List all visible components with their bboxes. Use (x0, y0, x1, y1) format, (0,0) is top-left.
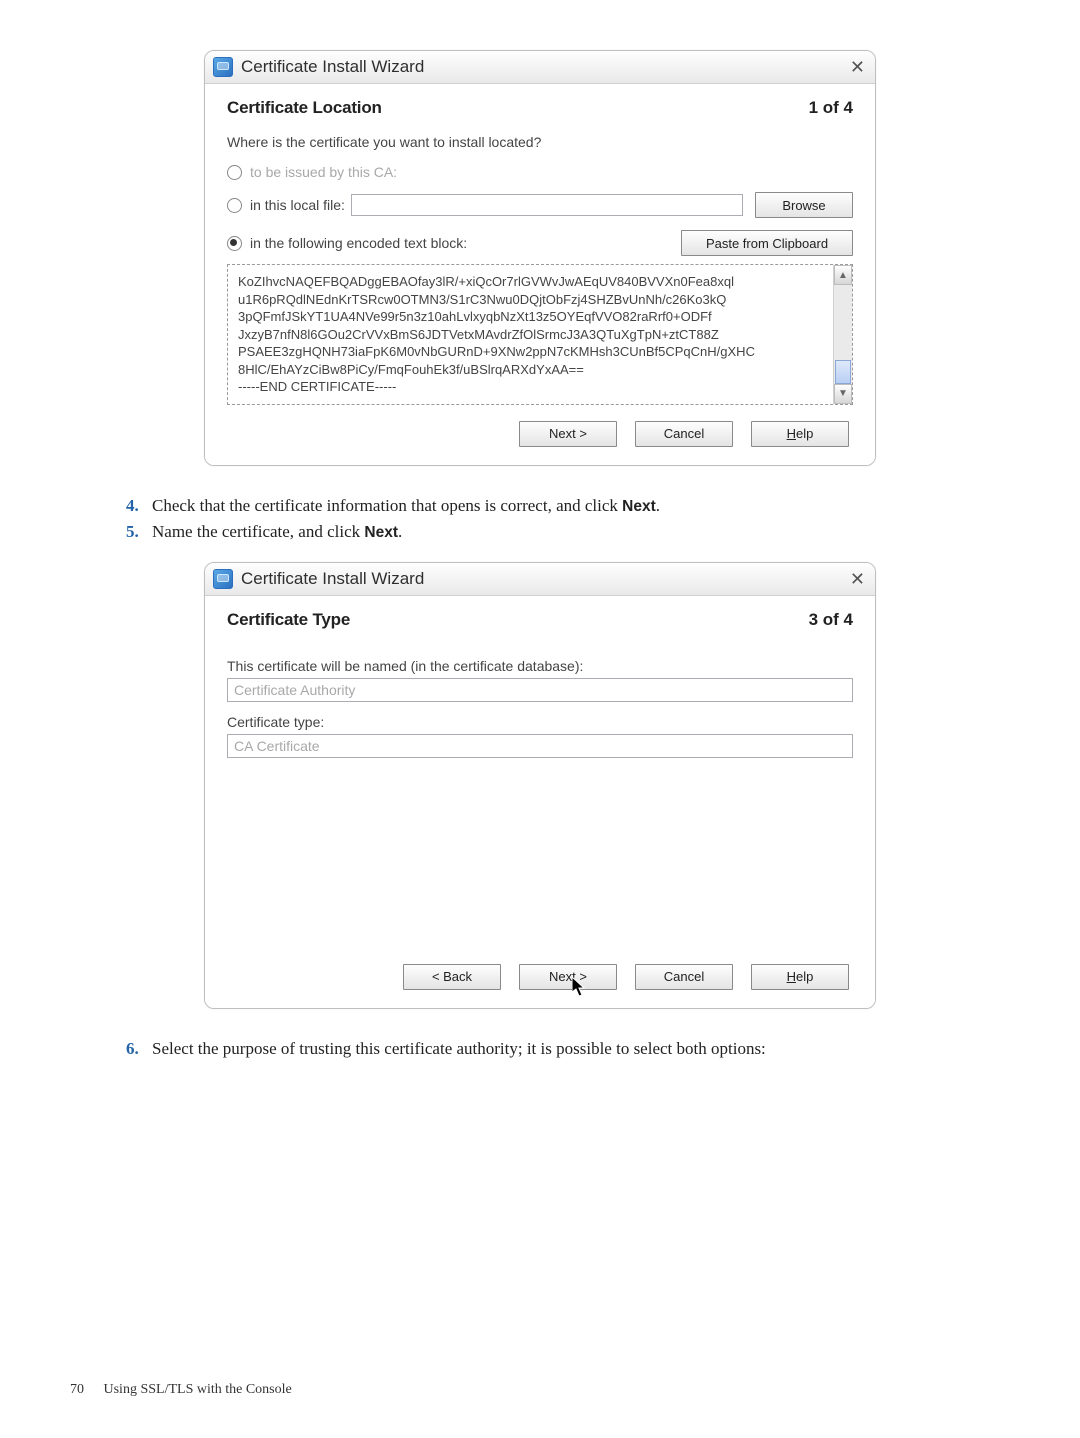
encoded-text-block[interactable]: KoZIhvcNAQEFBQADggEBAOfay3lR/+xiQcOr7rlG… (227, 264, 853, 405)
wizard-step3-dialog: Certificate Install Wizard ✕ Certificate… (204, 562, 876, 1009)
cancel-button[interactable]: Cancel (635, 421, 733, 447)
page-heading: Certificate Location (227, 98, 382, 118)
titlebar[interactable]: Certificate Install Wizard ✕ (205, 563, 875, 596)
browse-button[interactable]: Browse (755, 192, 853, 218)
encoded-text-content[interactable]: KoZIhvcNAQEFBQADggEBAOfay3lR/+xiQcOr7rlG… (228, 265, 833, 404)
prompt-text: Where is the certificate you want to ins… (227, 134, 853, 150)
back-button[interactable]: < Back (403, 964, 501, 990)
cert-name-label: This certificate will be named (in the c… (227, 658, 853, 674)
cert-type-label: Certificate type: (227, 714, 853, 730)
step-indicator: 3 of 4 (809, 610, 853, 630)
step-indicator: 1 of 4 (809, 98, 853, 118)
scrollbar[interactable]: ▲ ▼ (833, 265, 852, 404)
radio-label: in the following encoded text block: (250, 235, 467, 251)
help-button[interactable]: Help (751, 964, 849, 990)
page-footer: 70 Using SSL/TLS with the Console (70, 1382, 292, 1398)
radio-icon[interactable] (227, 165, 242, 180)
radio-label: in this local file: (250, 197, 345, 213)
window-title: Certificate Install Wizard (241, 569, 424, 589)
window-title: Certificate Install Wizard (241, 57, 424, 77)
instruction-step-6: 6. Select the purpose of trusting this c… (70, 1039, 1010, 1059)
scroll-track[interactable] (834, 285, 852, 384)
section-title: Using SSL/TLS with the Console (104, 1382, 292, 1397)
instruction-step-5: 5. Name the certificate, and click Next. (70, 522, 1010, 542)
next-button[interactable]: Next > (519, 964, 617, 990)
next-button[interactable]: Next > (519, 421, 617, 447)
wizard-step1-dialog: Certificate Install Wizard ✕ Certificate… (204, 50, 876, 466)
scroll-thumb[interactable] (835, 360, 851, 384)
step-number: 4. (126, 496, 152, 516)
option-issued-by-ca[interactable]: to be issued by this CA: (227, 164, 853, 180)
titlebar[interactable]: Certificate Install Wizard ✕ (205, 51, 875, 84)
page-number: 70 (70, 1382, 84, 1397)
radio-label: to be issued by this CA: (250, 164, 397, 180)
wizard-icon (213, 57, 233, 77)
step-number: 5. (126, 522, 152, 542)
instruction-step-4: 4. Check that the certificate informatio… (70, 496, 1010, 516)
radio-icon[interactable] (227, 236, 242, 251)
step-number: 6. (126, 1039, 152, 1059)
local-file-input[interactable] (351, 194, 743, 216)
cancel-button[interactable]: Cancel (635, 964, 733, 990)
cert-type-field: CA Certificate (227, 734, 853, 758)
close-icon[interactable]: ✕ (850, 569, 865, 590)
page-heading: Certificate Type (227, 610, 350, 630)
close-icon[interactable]: ✕ (850, 57, 865, 78)
paste-clipboard-button[interactable]: Paste from Clipboard (681, 230, 853, 256)
option-local-file[interactable]: in this local file: Browse (227, 192, 853, 218)
help-button[interactable]: Help (751, 421, 849, 447)
radio-icon[interactable] (227, 198, 242, 213)
scroll-down-icon[interactable]: ▼ (834, 384, 852, 404)
wizard-icon (213, 569, 233, 589)
scroll-up-icon[interactable]: ▲ (834, 265, 852, 285)
cert-name-field[interactable]: Certificate Authority (227, 678, 853, 702)
